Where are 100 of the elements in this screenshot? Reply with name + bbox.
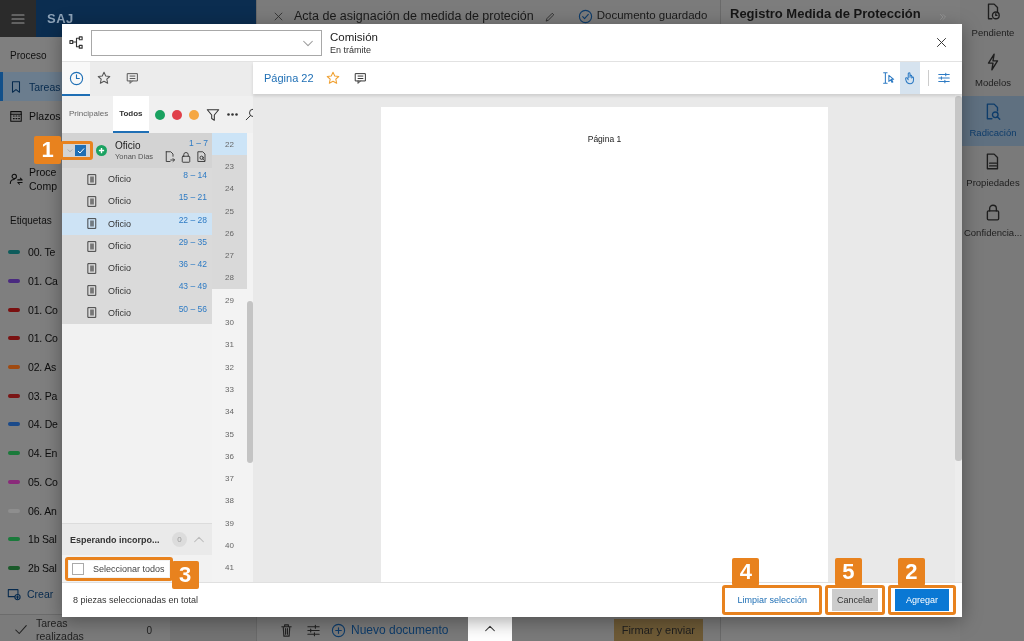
tree-row[interactable]: Oficio 36 – 42 (62, 257, 212, 280)
tag-item[interactable]: 05. Co (0, 467, 62, 497)
filter-icon (205, 107, 220, 122)
step-number: 2 (897, 558, 925, 586)
rail-item[interactable]: Pendiente (960, 0, 1024, 46)
panel-tab[interactable] (62, 62, 90, 96)
step-number: 5 (834, 558, 862, 586)
checkbox[interactable] (75, 145, 86, 156)
pencil-icon (543, 11, 556, 23)
expand-handle[interactable] (468, 617, 512, 641)
page-number[interactable]: 24 (212, 177, 247, 200)
list-tab[interactable]: Todos (113, 96, 149, 133)
status-subtitle: En trámite (330, 44, 372, 55)
create-link[interactable]: Crear (0, 582, 62, 607)
tree-row[interactable]: Oficio 22 – 28 (62, 212, 212, 235)
tag-item[interactable]: 01. Ca (0, 266, 62, 296)
step-number: 4 (732, 558, 760, 586)
settings-icon (937, 71, 951, 85)
add-icon[interactable] (154, 109, 165, 120)
document-icon (86, 172, 98, 186)
tag-item[interactable]: 06. An (0, 496, 62, 525)
page-number[interactable]: 32 (212, 355, 247, 379)
tree-row[interactable]: Oficio 43 – 49 (62, 279, 212, 302)
close-icon (273, 11, 284, 22)
page-number[interactable]: 31 (212, 333, 247, 356)
rail-item[interactable]: Modelos (960, 46, 1024, 96)
calendar-icon (9, 108, 23, 123)
tree-row[interactable]: Oficio 8 – 14 (62, 168, 212, 191)
page-number[interactable]: 36 (212, 445, 247, 468)
checkbox[interactable] (72, 562, 84, 575)
page-number[interactable]: 26 (212, 222, 247, 245)
document-search-icon (984, 103, 1002, 121)
star-icon (325, 71, 340, 85)
move-icon[interactable] (188, 109, 199, 120)
page-number[interactable]: 40 (212, 534, 247, 557)
page-number[interactable]: 23 (212, 155, 247, 178)
page-number[interactable]: 37 (212, 467, 247, 490)
page-number[interactable]: 39 (212, 512, 247, 535)
add-button[interactable]: Agregar (894, 589, 949, 611)
page-number[interactable]: 25 (212, 199, 247, 223)
tag-item[interactable]: 04. En (0, 438, 62, 468)
tag-item[interactable]: 00. Te (0, 238, 62, 267)
clock-icon (68, 70, 84, 86)
tree-row[interactable]: Oficio 50 – 56 (62, 301, 212, 325)
person-arrows-icon (9, 172, 23, 186)
page-number[interactable]: 33 (212, 378, 247, 401)
select-field[interactable] (91, 29, 322, 56)
page-number[interactable]: 22 (212, 133, 247, 156)
lock-icon (984, 203, 1002, 221)
page-number[interactable]: 28 (212, 266, 247, 290)
add-icon[interactable] (96, 145, 107, 156)
tag-item[interactable]: 01. Co (0, 324, 62, 353)
close-icon (935, 36, 948, 49)
hierarchy-icon (69, 35, 84, 50)
bookmark-icon (9, 79, 23, 94)
page-number[interactable]: 29 (212, 289, 247, 312)
document-icon (86, 261, 98, 275)
check-circle-icon (577, 9, 593, 24)
rail-item[interactable]: Confidencia... (960, 196, 1024, 246)
add-icon (331, 622, 346, 638)
tree-row[interactable]: Oficio 29 – 35 (62, 234, 212, 258)
tag-item[interactable]: 02. As (0, 352, 62, 382)
page-number[interactable]: 41 (212, 556, 247, 579)
new-document-link[interactable]: Nuevo documento (331, 622, 449, 638)
done-tasks-item[interactable]: Tareas realizadas 0 (0, 615, 170, 641)
nav-item[interactable]: Plazos (0, 101, 62, 130)
app-name: SAJ (47, 11, 74, 26)
step-number: 1 (34, 136, 61, 164)
hand-tool-button[interactable] (900, 62, 920, 94)
tree-row[interactable]: Oficio 15 – 21 (62, 190, 212, 213)
tag-item[interactable]: 1b Sal (0, 524, 62, 554)
panel-title: Registro Medida de Protección (730, 6, 922, 21)
text-cursor-icon (881, 71, 895, 85)
menu-button[interactable] (0, 0, 36, 37)
page-number[interactable]: 27 (212, 244, 247, 267)
document-title: Acta de asignación de medida de proteción (294, 9, 534, 23)
remove-icon[interactable] (171, 109, 182, 120)
save-status: Documento guardado (596, 9, 708, 21)
list-tab[interactable]: Principales (66, 96, 112, 133)
status-title: Comisión (330, 30, 378, 43)
document-icon (86, 284, 98, 298)
tag-item[interactable]: 2b Sal (0, 553, 62, 583)
page-number[interactable]: 30 (212, 311, 247, 334)
double-chevron-icon (938, 12, 948, 22)
rail-item[interactable]: Propiedades (960, 146, 1024, 196)
cancel-button[interactable]: Cancelar (831, 589, 878, 611)
document-icon (86, 239, 98, 253)
tag-item[interactable]: 01. Co (0, 295, 62, 325)
nav-item[interactable]: Tareas (0, 72, 62, 101)
page-number[interactable]: 34 (212, 400, 247, 423)
tag-item[interactable]: 03. Pa (0, 381, 62, 411)
more-icon[interactable] (226, 113, 238, 116)
scrollbar[interactable] (955, 94, 962, 582)
page-number[interactable]: 35 (212, 422, 247, 446)
page-number[interactable]: 38 (212, 489, 247, 513)
step-number: 3 (171, 560, 199, 589)
document-icon (86, 306, 98, 320)
tag-item[interactable]: 04. De (0, 410, 62, 439)
lock-icon (180, 151, 192, 163)
hand-icon (903, 71, 917, 85)
